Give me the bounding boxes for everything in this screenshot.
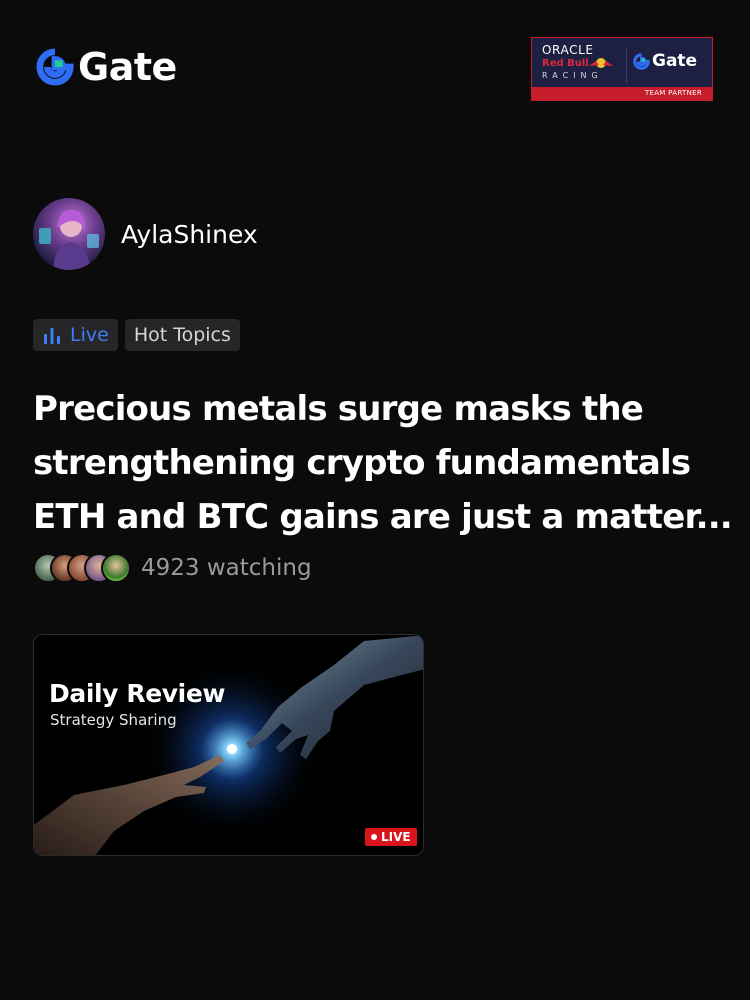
live-video-card[interactable]: Daily Review Strategy Sharing LIVE — [33, 634, 424, 856]
post-title[interactable]: Precious metals surge masks the strength… — [33, 382, 733, 544]
live-tag-label: Live — [70, 324, 109, 346]
banner-divider — [626, 47, 627, 83]
bars-chart-icon — [44, 328, 60, 344]
avatar-illustration-icon — [39, 209, 99, 270]
team-partner-text: TEAM PARTNER — [644, 89, 702, 97]
author-avatar[interactable] — [33, 198, 105, 270]
team-partner-strip: TEAM PARTNER — [532, 87, 712, 100]
author-name[interactable]: AylaShinex — [121, 220, 258, 249]
racing-text: RACING — [542, 71, 603, 80]
live-badge-label: LIVE — [381, 830, 411, 844]
video-subtitle: Strategy Sharing — [50, 711, 177, 729]
hot-topics-label: Hot Topics — [133, 324, 231, 346]
oracle-text: ORACLE — [542, 43, 594, 57]
watcher-avatars — [33, 553, 131, 583]
watchers-row: 4923 watching — [33, 553, 312, 583]
live-badge: LIVE — [365, 828, 417, 846]
gate-logo[interactable]: Gate — [36, 48, 177, 86]
gate-mini-icon — [633, 52, 650, 70]
live-dot-icon — [371, 834, 377, 840]
gate-mini-logo: Gate — [633, 51, 697, 71]
redbull-text: Red Bull — [542, 58, 589, 69]
gate-logo-icon — [36, 48, 74, 86]
watching-count: 4923 watching — [141, 555, 312, 581]
video-title: Daily Review — [49, 679, 226, 708]
tag-row: Live Hot Topics — [33, 319, 240, 351]
author-row[interactable]: AylaShinex — [33, 198, 258, 270]
team-partner-banner[interactable]: ORACLE Red Bull RACING Gate TEAM PARTNER — [531, 37, 713, 101]
live-tag[interactable]: Live — [33, 319, 118, 351]
gate-mini-text: Gate — [652, 51, 698, 71]
logo-text: Gate — [78, 45, 177, 89]
video-thumbnail — [34, 635, 423, 855]
watcher-avatar — [101, 553, 131, 583]
hot-topics-tag[interactable]: Hot Topics — [124, 319, 240, 351]
redbull-bull-icon — [589, 58, 613, 68]
